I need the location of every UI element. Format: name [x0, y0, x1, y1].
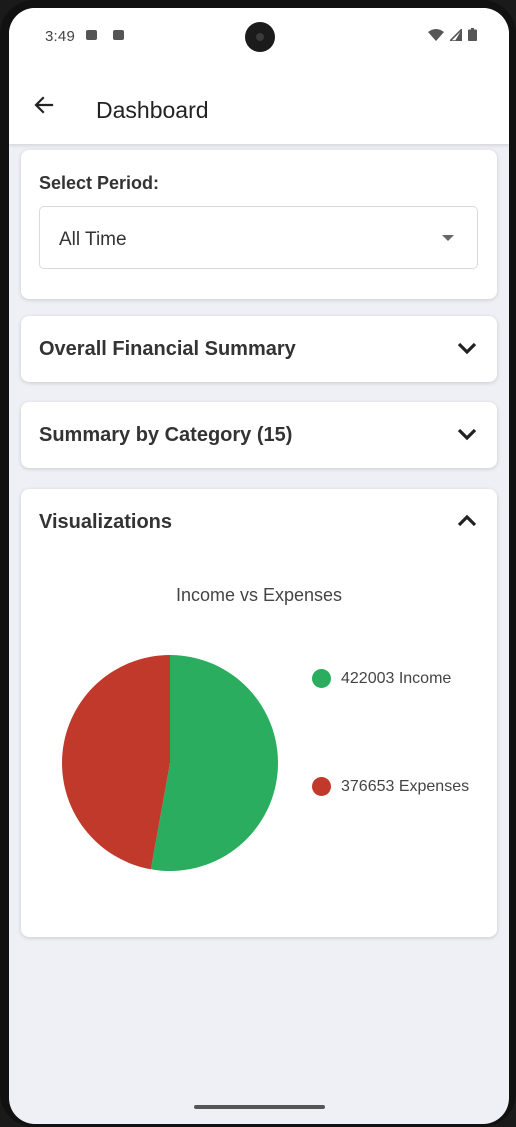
overall-summary-accordion[interactable]: Overall Financial Summary: [21, 316, 497, 382]
legend-item-income: 422003 Income: [312, 669, 472, 688]
legend-swatch-income: [312, 669, 331, 688]
page-title: Dashboard: [96, 97, 209, 123]
dropdown-caret-icon: [442, 235, 454, 241]
legend-label-expenses: 376653 Expenses: [341, 777, 470, 795]
battery-icon: [468, 28, 477, 41]
chevron-up-icon: [457, 514, 477, 527]
visualizations-title: Visualizations: [39, 511, 173, 533]
sd-card-icon: [86, 30, 97, 40]
period-label: Select Period:: [39, 173, 160, 193]
screen: 3:49 Dashboard Select Period: All Time O…: [9, 8, 509, 1124]
status-time: 3:49: [45, 28, 75, 45]
status-icons: [428, 28, 477, 41]
signal-icon: [450, 28, 462, 41]
period-selected-value: All Time: [59, 229, 127, 250]
category-summary-title: Summary by Category (15): [39, 424, 293, 446]
app-bar: Dashboard: [9, 66, 509, 144]
wifi-icon: [428, 28, 444, 41]
legend-swatch-expenses: [312, 777, 331, 796]
chevron-down-icon: [457, 342, 477, 355]
pie-slice-expenses: [62, 655, 170, 870]
device-frame: 3:49 Dashboard Select Period: All Time O…: [0, 0, 516, 1127]
period-card: Select Period: All Time: [21, 150, 497, 299]
legend-item-expenses: 376653 Expenses: [312, 777, 472, 796]
arrow-left-icon: [34, 96, 54, 114]
pie-chart: [62, 655, 279, 871]
chevron-down-icon: [457, 428, 477, 441]
period-dropdown[interactable]: All Time: [39, 206, 478, 269]
notification-icon: [113, 30, 124, 40]
visualizations-header[interactable]: Visualizations: [21, 489, 497, 555]
back-button[interactable]: [29, 90, 59, 120]
home-indicator[interactable]: [194, 1105, 325, 1109]
front-camera: [245, 22, 275, 52]
visualizations-card: Visualizations Income vs Expenses 422003…: [21, 489, 497, 937]
legend-label-income: 422003 Income: [341, 669, 452, 687]
status-bar: 3:49: [9, 8, 509, 66]
overall-summary-title: Overall Financial Summary: [39, 338, 296, 360]
category-summary-accordion[interactable]: Summary by Category (15): [21, 402, 497, 468]
chart-title: Income vs Expenses: [175, 585, 343, 605]
